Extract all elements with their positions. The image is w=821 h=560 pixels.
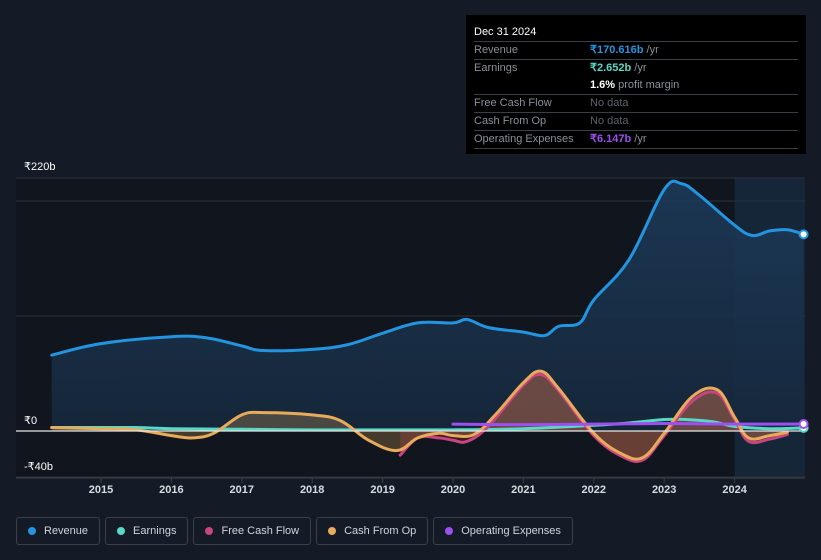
- operating-expenses-line: [451, 422, 806, 427]
- y-axis-label-bottom: -₹40b: [24, 461, 54, 473]
- x-axis-label: 2020: [440, 484, 466, 496]
- tooltip-row-cash-from-op: Cash From Op No data: [474, 113, 798, 131]
- y-axis-label-zero: ₹0: [24, 415, 38, 427]
- tooltip-label: Free Cash Flow: [474, 97, 552, 109]
- chart-legend: Revenue Earnings Free Cash Flow Cash Fro…: [16, 517, 573, 545]
- tooltip-date: Dec 31 2024: [474, 23, 798, 42]
- x-axis-label: 2017: [229, 484, 255, 496]
- earnings-dot-icon: [117, 527, 126, 535]
- tooltip-value: No data: [590, 115, 629, 127]
- x-axis-label: 2024: [722, 484, 747, 496]
- tooltip-value: ₹6.147b: [590, 133, 632, 145]
- legend-item-free-cash-flow[interactable]: Free Cash Flow: [193, 517, 312, 545]
- tooltip-row-free-cash-flow: Free Cash Flow No data: [474, 95, 798, 113]
- cash-from-op-dot-icon: [328, 527, 337, 535]
- legend-item-revenue[interactable]: Revenue: [16, 517, 101, 545]
- tooltip-row-profit-margin: 1.6% profit margin: [474, 77, 798, 95]
- x-axis-label: 2021: [511, 484, 536, 496]
- x-axis-label: 2016: [159, 484, 184, 496]
- tooltip-value: ₹170.616b: [590, 44, 644, 56]
- x-axis-label: 2018: [299, 484, 325, 496]
- tooltip-panel: Dec 31 2024 Revenue ₹170.616b /yr Earnin…: [466, 15, 806, 154]
- legend-item-operating-expenses[interactable]: Operating Expenses: [433, 517, 573, 545]
- legend-label: Operating Expenses: [461, 525, 561, 537]
- legend-item-cash-from-op[interactable]: Cash From Op: [316, 517, 429, 545]
- revenue-dot-icon: [28, 527, 36, 535]
- tooltip-label: [474, 77, 590, 94]
- legend-label: Revenue: [44, 525, 89, 537]
- tooltip-row-earnings: Earnings ₹2.652b /yr: [474, 60, 798, 77]
- tooltip-label: Operating Expenses: [474, 133, 574, 145]
- legend-item-earnings[interactable]: Earnings: [105, 517, 189, 545]
- legend-label: Cash From Op: [344, 525, 417, 537]
- revenue-end-marker[interactable]: [798, 229, 809, 240]
- tooltip-label: Cash From Op: [474, 115, 547, 127]
- tooltip-label: Revenue: [474, 44, 519, 56]
- tooltip-suffix: /yr: [631, 62, 647, 74]
- x-axis-label: 2015: [88, 484, 114, 496]
- free-cash-flow-dot-icon: [205, 527, 214, 535]
- tooltip-row-revenue: Revenue ₹170.616b /yr: [474, 42, 798, 60]
- y-axis-label-top: ₹220b: [24, 161, 56, 173]
- tooltip-row-operating-expenses: Operating Expenses ₹6.147b /yr: [474, 131, 798, 149]
- operating-expenses-end-marker[interactable]: [798, 418, 809, 429]
- tooltip-value: 1.6%: [590, 79, 616, 91]
- tooltip-suffix: profit margin: [615, 79, 680, 91]
- x-axis-label: 2022: [581, 484, 607, 496]
- x-axis-label: 2019: [370, 484, 395, 496]
- operating-expenses-dot-icon: [445, 527, 454, 535]
- legend-label: Earnings: [133, 525, 177, 537]
- tooltip-label: Earnings: [474, 62, 518, 74]
- tooltip-value: ₹2.652b: [590, 62, 632, 74]
- tooltip-value: No data: [590, 97, 629, 109]
- legend-label: Free Cash Flow: [221, 525, 300, 537]
- tooltip-suffix: /yr: [643, 44, 659, 56]
- tooltip-suffix: /yr: [631, 133, 647, 145]
- x-axis-label: 2023: [651, 484, 677, 496]
